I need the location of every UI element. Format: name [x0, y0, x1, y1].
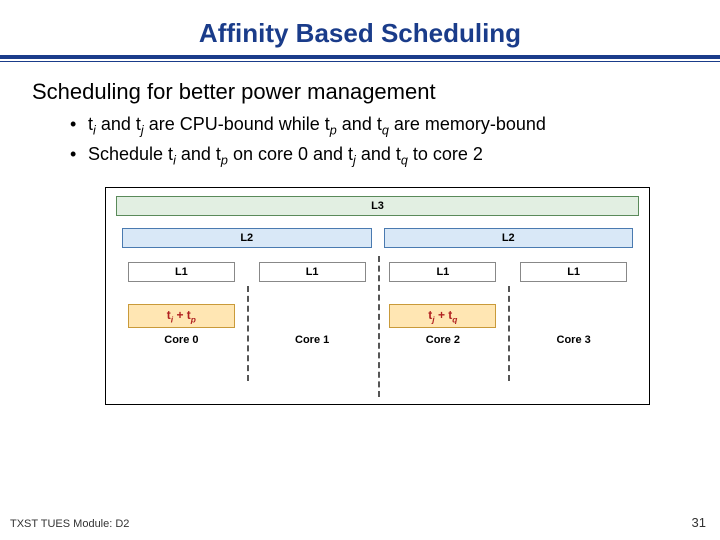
- core-2-col: L1 tj + tq Core 2: [378, 262, 509, 383]
- bullet-list: ti and tj are CPU-bound while tp and tq …: [70, 113, 680, 169]
- l1-core3: L1: [520, 262, 627, 282]
- l1-core1: L1: [259, 262, 366, 282]
- l2-right: L2: [384, 228, 634, 248]
- l1-core2: L1: [389, 262, 496, 282]
- half-left: L2 L1 ti + tp Core 0 L1 Core 1: [116, 228, 378, 383]
- cache-diagram: L3 L2 L1 ti + tp Core 0 L1: [105, 187, 650, 405]
- subtitle: Scheduling for better power management: [32, 79, 704, 105]
- core-1-label: Core 1: [295, 334, 329, 346]
- l2-left: L2: [122, 228, 372, 248]
- core-2-label: Core 2: [426, 334, 460, 346]
- half-right: L2 L1 tj + tq Core 2 L1 Core 3: [378, 228, 640, 383]
- task-core2: tj + tq: [389, 304, 496, 328]
- bullet-1: ti and tj are CPU-bound while tp and tq …: [70, 113, 680, 139]
- l3-cache: L3: [116, 196, 639, 216]
- task-core0: ti + tp: [128, 304, 235, 328]
- bullet-2: Schedule ti and tp on core 0 and tj and …: [70, 143, 680, 169]
- l1-core0: L1: [128, 262, 235, 282]
- core-0-label: Core 0: [164, 334, 198, 346]
- core-1-col: L1 Core 1: [247, 262, 378, 383]
- footer-page: 31: [692, 515, 706, 530]
- footer-module: TXST TUES Module: D2: [10, 518, 129, 530]
- core-3-label: Core 3: [557, 334, 591, 346]
- core-3-col: L1 Core 3: [508, 262, 639, 383]
- slide-title: Affinity Based Scheduling: [10, 18, 710, 49]
- core-0-col: L1 ti + tp Core 0: [116, 262, 247, 383]
- title-rule: [0, 55, 720, 63]
